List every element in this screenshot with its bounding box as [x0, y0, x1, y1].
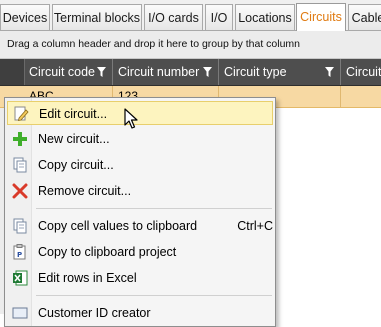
tab-devices[interactable]: Devices — [0, 4, 50, 30]
menu-item-remove-circuit[interactable]: Remove circuit... — [7, 179, 273, 203]
column-header-row: Circuit code Circuit number Circuit type… — [0, 59, 381, 86]
plus-icon — [13, 132, 27, 146]
menu-separator — [36, 208, 272, 209]
tab-io[interactable]: I/O — [205, 4, 233, 30]
menu-item-label: Edit rows in Excel — [38, 271, 137, 285]
copy-icon — [13, 157, 27, 173]
tab-cable[interactable]: Cable — [348, 4, 381, 30]
tab-locations[interactable]: Locations — [235, 4, 295, 30]
edit-icon — [14, 106, 29, 122]
column-header-label: Circuit number — [118, 65, 200, 79]
menu-item-copy-cell-values[interactable]: Copy cell values to clipboard Ctrl+C — [7, 214, 273, 238]
group-by-hint: Drag a column header and drop it here to… — [7, 38, 301, 50]
tab-terminal-blocks[interactable]: Terminal blocks — [52, 4, 142, 30]
menu-item-edit-circuit[interactable]: Edit circuit... — [7, 101, 273, 125]
tab-io-cards[interactable]: I/O cards — [144, 4, 203, 30]
menu-item-label: New circuit... — [38, 132, 110, 146]
clipboard-icon — [13, 218, 27, 234]
filter-icon[interactable] — [203, 67, 212, 77]
excel-icon — [13, 270, 28, 286]
row-selector-header — [0, 59, 25, 85]
context-menu: Edit circuit... New circuit... Copy circ… — [4, 97, 276, 327]
id-icon — [12, 307, 28, 319]
menu-item-label: Customer ID creator — [38, 306, 151, 320]
menu-item-label: Copy circuit... — [38, 158, 114, 172]
menu-item-edit-rows-in-excel[interactable]: Edit rows in Excel — [7, 266, 273, 290]
menu-item-label: Edit circuit... — [39, 107, 108, 121]
column-header-circuit-type[interactable]: Circuit type — [219, 59, 341, 85]
tab-strip: Devices Terminal blocks I/O cards I/O Lo… — [0, 0, 381, 31]
menu-item-label: Copy cell values to clipboard — [38, 219, 198, 233]
column-header-circuit-code[interactable]: Circuit code — [24, 59, 113, 85]
mouse-cursor-icon — [124, 108, 138, 129]
column-header-label: Circuit — [346, 65, 381, 79]
filter-icon[interactable] — [97, 67, 106, 77]
menu-item-copy-to-clipboard-project[interactable]: P Copy to clipboard project — [7, 240, 273, 264]
menu-item-label: Remove circuit... — [38, 184, 132, 198]
group-by-panel[interactable]: Drag a column header and drop it here to… — [0, 31, 381, 59]
column-header-label: Circuit code — [29, 65, 95, 79]
svg-text:P: P — [17, 251, 22, 259]
filter-icon[interactable] — [325, 67, 334, 77]
menu-item-label: Copy to clipboard project — [38, 245, 177, 259]
menu-item-customer-id-creator[interactable]: Customer ID creator — [7, 301, 273, 325]
remove-icon — [12, 183, 28, 199]
menu-separator — [36, 295, 272, 296]
menu-item-new-circuit[interactable]: New circuit... — [7, 127, 273, 151]
column-header-label: Circuit type — [224, 65, 287, 79]
column-header-circuit-number[interactable]: Circuit number — [113, 59, 219, 85]
cell-circuit-extra[interactable] — [341, 86, 381, 108]
column-header-circuit-extra[interactable]: Circuit — [341, 59, 381, 85]
menu-item-copy-circuit[interactable]: Copy circuit... — [7, 153, 273, 177]
tab-circuits[interactable]: Circuits — [296, 3, 346, 31]
clipboard-project-icon: P — [13, 244, 26, 260]
menu-item-shortcut: Ctrl+C — [237, 219, 273, 233]
